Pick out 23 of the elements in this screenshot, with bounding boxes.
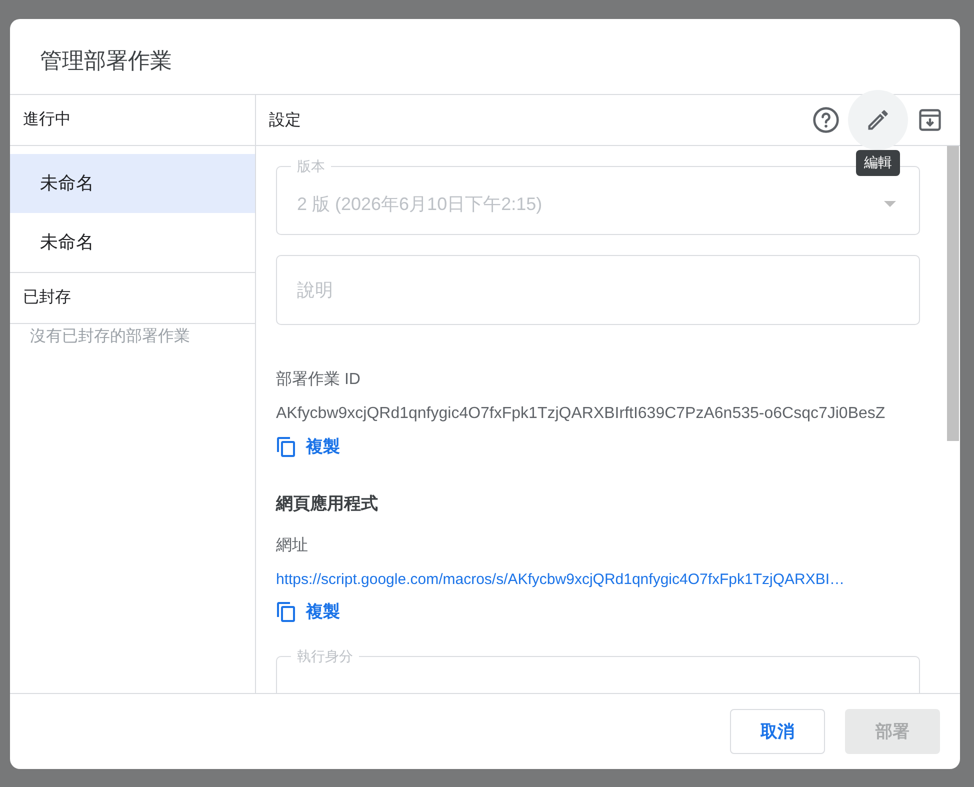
field-label: 版本 (296, 158, 326, 174)
url-link[interactable]: https://script.google.com/macros/s/AKfycbw9xcjQRd1qnfygic4O7fxFpk1TzjQARXBI… (276, 571, 845, 588)
copy-button[interactable]: 複製 (276, 435, 340, 458)
deployment-item[interactable]: 未命名 (10, 154, 255, 213)
description-field[interactable]: 說明 (276, 255, 920, 325)
settings-heading: 設定 (269, 110, 301, 130)
copy-icon (276, 600, 296, 622)
field-value: 2 版 (2026年6月10日下午2:15) (297, 193, 542, 216)
section-heading: 已封存 (10, 273, 255, 324)
field-label: 網址 (276, 536, 308, 556)
empty-message: 沒有已封存的部署作業 (29, 326, 191, 347)
cancel-button[interactable]: 取消 (730, 709, 825, 754)
section-heading: 進行中 (10, 95, 255, 146)
deployment-id: AKfycbw9xcjQRd1qnfygic4O7fxFpk1TzjQARXBIrftI639C7PzA6n535-o6Csqc7Ji0BesZ (276, 405, 886, 423)
field-label: 執行身分 (296, 648, 354, 664)
copy-button[interactable]: 複製 (276, 600, 340, 623)
caret-icon (884, 201, 896, 207)
deployment-item[interactable]: 未命名 (10, 213, 255, 272)
tooltip: 編輯 (856, 150, 900, 176)
section-heading: 網頁應用程式 (276, 493, 378, 515)
dialog-title: 管理部署作業 (39, 47, 173, 75)
field-label: 部署作業 ID (276, 370, 360, 390)
copy-icon (276, 436, 296, 458)
